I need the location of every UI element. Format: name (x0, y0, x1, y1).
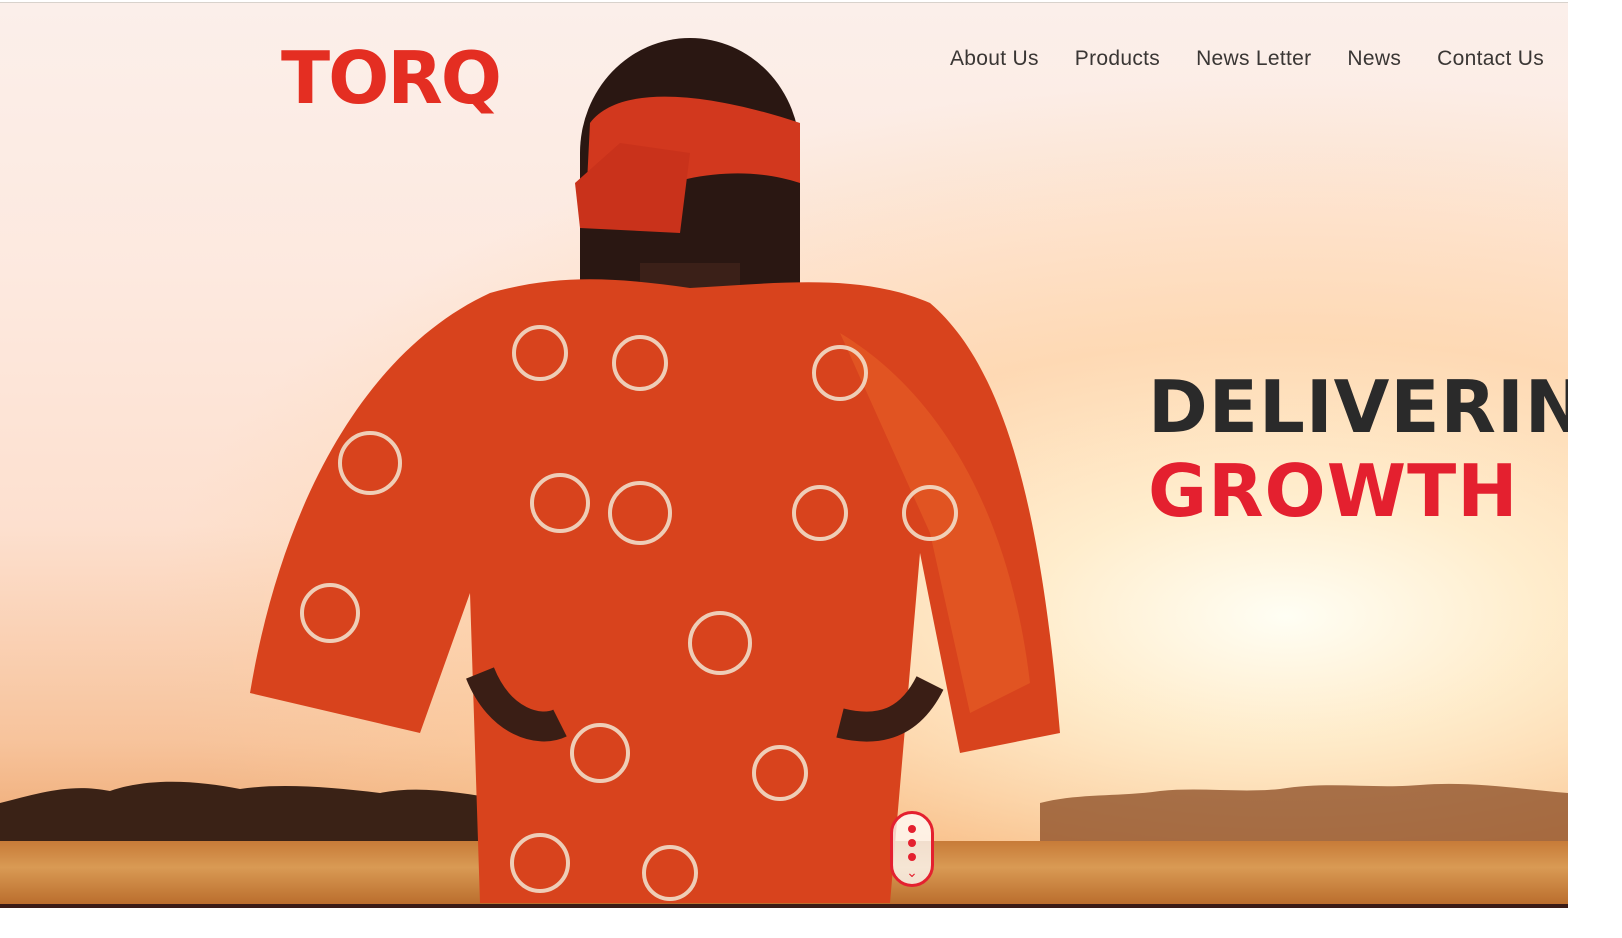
woman-figure-image (250, 38, 1060, 903)
main-navigation: About Us Products News Letter News Conta… (950, 47, 1544, 71)
scroll-dot (908, 825, 916, 833)
nav-item-contact-us[interactable]: Contact Us (1437, 47, 1544, 71)
nav-item-news-letter[interactable]: News Letter (1196, 47, 1311, 71)
headline-line-growth: GROWTH (1148, 449, 1519, 533)
scroll-dot (908, 853, 916, 861)
hero-headline: DELIVERING GROWTH (1148, 365, 1568, 533)
nav-item-news[interactable]: News (1347, 47, 1401, 71)
scroll-down-icon[interactable]: ⌄ (890, 811, 934, 887)
headline-line-delivering: DELIVERING (1148, 365, 1568, 449)
nav-item-about-us[interactable]: About Us (950, 47, 1039, 71)
hero-banner: TORQ About Us Products News Letter News … (0, 2, 1568, 905)
chevron-down-icon: ⌄ (906, 865, 918, 881)
torq-logo[interactable]: TORQ (281, 36, 531, 120)
page-scrollbar-area (1568, 0, 1622, 938)
bottom-bar (0, 904, 1568, 908)
scroll-dot (908, 839, 916, 847)
nav-item-products[interactable]: Products (1075, 47, 1160, 71)
page: TORQ About Us Products News Letter News … (0, 0, 1622, 938)
logo-text: TORQ (281, 36, 502, 120)
